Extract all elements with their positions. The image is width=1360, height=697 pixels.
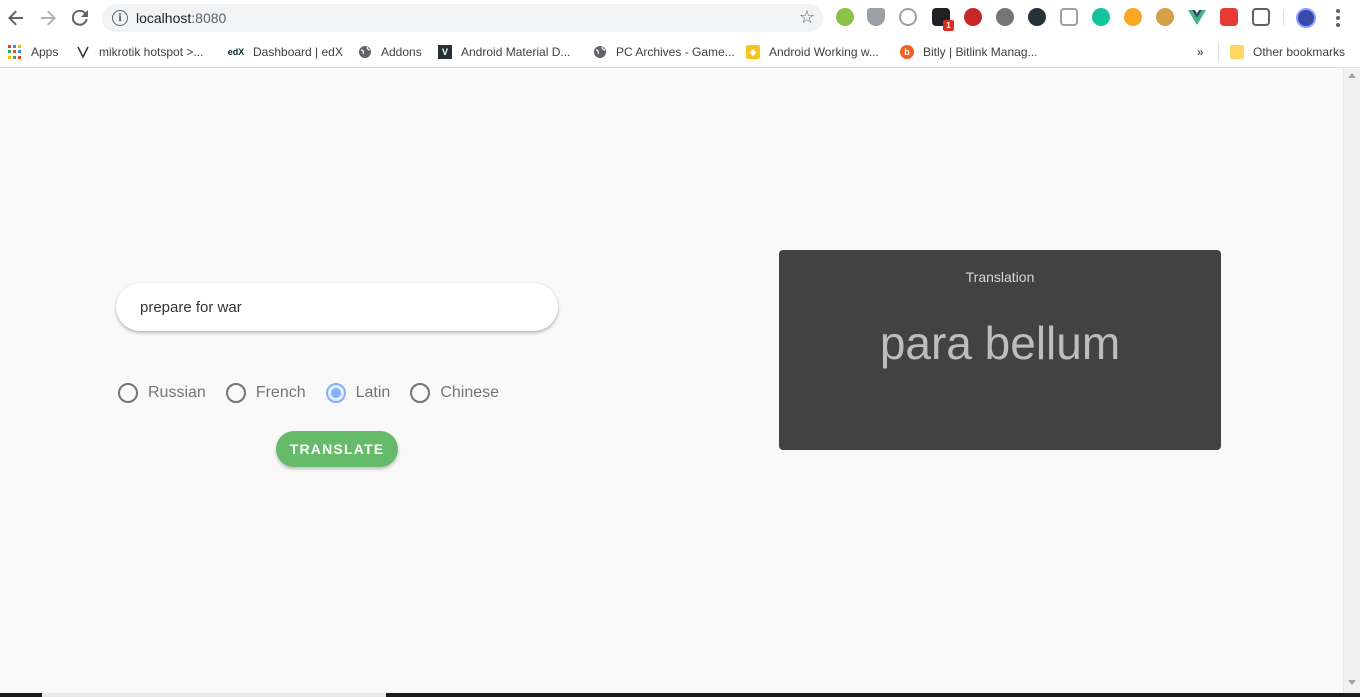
bookmark-label: Apps [31,45,59,59]
vertical-scrollbar[interactable] [1343,69,1360,693]
bookmarks-overflow-icon[interactable]: » [1197,45,1204,59]
bookmark-label: Android Working w... [769,45,879,59]
bookmark-label: Dashboard | edX [253,45,343,59]
radio-button[interactable] [118,383,138,403]
scroll-up-arrow-icon[interactable] [1348,73,1356,78]
extension-badge: 1 [943,20,954,31]
bookmark-pc-archives[interactable]: PC Archives - Game... [593,43,735,61]
translation-card: Translation para bellum [779,250,1221,450]
other-bookmarks[interactable]: Other bookmarks [1230,43,1345,61]
bookmark-label: Addons [381,45,422,59]
link-extension-icon[interactable] [899,8,917,26]
browser-toolbar: i localhost:8080 ☆ 1 [0,0,1360,36]
edx-icon: edX [227,47,245,57]
bookmarks-bar: Apps mikrotik hotspot >... edX Dashboard… [0,36,1360,68]
bookmark-bitly[interactable]: b Bitly | Bitlink Manag... [900,43,1038,61]
forward-arrow-icon[interactable] [36,6,60,30]
bookmark-android-working[interactable]: ◆ Android Working w... [746,43,879,61]
radio-latin[interactable]: Latin [325,383,391,403]
window-extension-icon[interactable] [1060,8,1078,26]
bookmark-mikrotik[interactable]: mikrotik hotspot >... [76,43,203,61]
info-icon[interactable]: i [112,10,128,26]
toolbar-divider [1283,10,1284,26]
v-logo-icon: V [438,45,452,59]
chrome-menu-icon[interactable] [1330,7,1346,29]
phrase-input[interactable] [140,283,540,331]
red-extension-icon[interactable] [964,8,982,26]
apps-grid-icon [8,45,22,59]
globe-icon [358,45,372,59]
translate-button[interactable]: Translate [276,431,398,467]
reload-icon[interactable] [68,6,92,30]
phrase-input-container [116,283,558,331]
bookmark-addons[interactable]: Addons [358,43,422,61]
bookmark-apps[interactable]: Apps [8,43,58,61]
radio-chinese[interactable]: Chinese [410,383,499,403]
url-port: :8080 [191,10,227,26]
bookmarks-divider [1218,43,1219,61]
yellow-square-icon: ◆ [746,45,760,59]
radio-button-selected[interactable] [325,383,346,403]
shield-extension-icon[interactable] [867,8,885,26]
radio-russian[interactable]: Russian [118,383,206,403]
k-extension-icon[interactable] [1028,8,1046,26]
globe-icon [593,45,607,59]
card-title: Translation [965,269,1035,285]
taskbar-segment [42,693,386,697]
yellow-extension-icon[interactable] [1124,8,1142,26]
folder-icon [1230,45,1244,59]
bookmark-android-material[interactable]: V Android Material D... [438,43,570,61]
taco-extension-icon[interactable] [1156,8,1174,26]
profile-avatar[interactable] [1296,8,1316,28]
back-arrow-icon[interactable] [4,6,28,30]
bitly-icon: b [900,45,914,59]
bookmark-label: mikrotik hotspot >... [99,45,204,59]
wordpress-extension-icon[interactable] [996,8,1014,26]
nodejs-extension-icon[interactable] [836,8,854,26]
other-bookmarks-label: Other bookmarks [1253,45,1346,59]
grammarly-extension-icon[interactable] [1092,8,1110,26]
url-text: localhost:8080 [136,10,226,26]
pocket-extension-icon[interactable] [1220,8,1238,26]
language-radio-group: Russian French Latin Chinese [118,382,519,404]
radio-label: French [255,384,306,401]
address-bar[interactable]: i localhost:8080 ☆ [102,4,823,32]
bookmark-label: PC Archives - Game... [616,45,735,59]
radio-button[interactable] [225,383,246,403]
bookmark-star-icon[interactable]: ☆ [799,7,815,28]
bookmark-label: Bitly | Bitlink Manag... [923,45,1038,59]
radio-label: Russian [148,384,206,401]
translation-result: para bellum [879,317,1121,369]
bookmark-label: Android Material D... [461,45,571,59]
radio-label: Chinese [440,384,500,401]
c-extension-icon[interactable] [1252,8,1270,26]
vue-extension-icon[interactable] [1188,8,1206,26]
radio-label: Latin [355,384,391,401]
radio-french[interactable]: French [225,383,306,403]
scroll-down-arrow-icon[interactable] [1348,680,1356,685]
bookmark-edx[interactable]: edX Dashboard | edX [228,43,343,61]
taskbar-edge [0,693,1360,697]
mikrotik-icon [76,45,90,59]
url-host: localhost [136,10,192,26]
radio-button[interactable] [410,383,431,403]
